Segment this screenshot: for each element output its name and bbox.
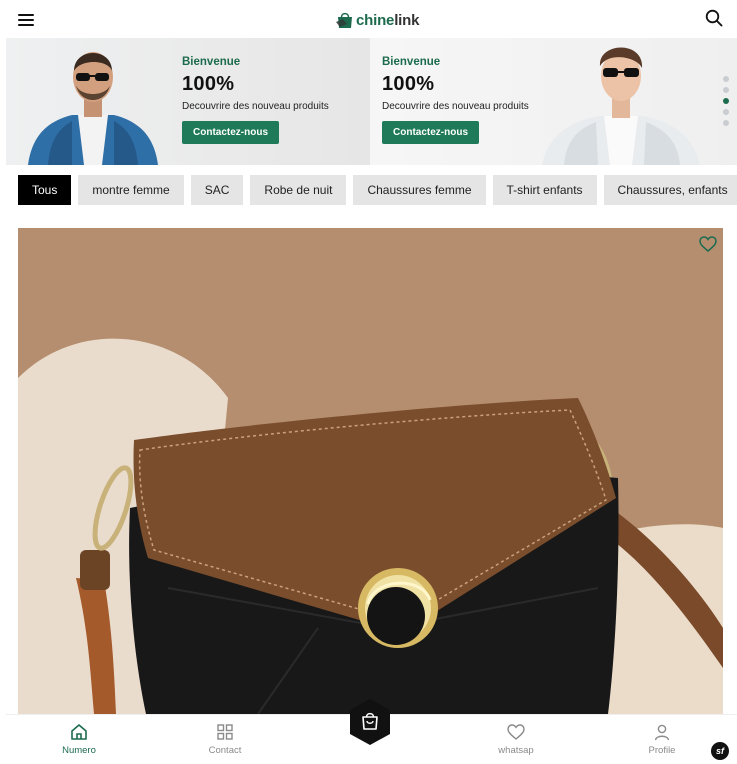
top-header: chinelink bbox=[0, 0, 737, 38]
banner-2-kicker: Bienvenue bbox=[382, 56, 441, 68]
model-denim-jacket-image bbox=[28, 52, 158, 165]
category-chip-robe-de-nuit[interactable]: Robe de nuit bbox=[250, 175, 347, 205]
model-white-jacket-image bbox=[542, 47, 700, 165]
nav-item-numero[interactable]: Numero bbox=[39, 723, 119, 756]
cart-button[interactable] bbox=[348, 698, 392, 746]
banner-1-kicker: Bienvenue bbox=[182, 56, 241, 68]
heart-icon bbox=[507, 724, 525, 740]
symfony-toolbar-badge[interactable]: sf bbox=[711, 742, 729, 760]
banner-2-text: Bienvenue 100% Decouvrire des nouveau pr… bbox=[382, 56, 529, 144]
favorite-heart-icon[interactable] bbox=[699, 236, 717, 252]
nav-label-profile: Profile bbox=[648, 745, 676, 756]
product-image-handbag bbox=[18, 228, 723, 714]
hero-carousel[interactable]: Bienvenue 100% Decouvrire des nouveau pr… bbox=[6, 38, 737, 165]
logo-text-part1: chine bbox=[356, 11, 395, 29]
banner-1-headline: 100% bbox=[182, 73, 235, 95]
banner-2-headline: 100% bbox=[382, 73, 435, 95]
banner-slide-1: Bienvenue 100% Decouvrire des nouveau pr… bbox=[6, 38, 370, 165]
carousel-dot[interactable] bbox=[723, 76, 729, 82]
nav-item-whatsap[interactable]: whatsap bbox=[476, 723, 556, 756]
shopping-bag-logo-icon bbox=[336, 12, 352, 28]
banner-1-description: Decouvrire des nouveau produits bbox=[182, 101, 329, 112]
banner-2-description: Decouvrire des nouveau produits bbox=[382, 101, 529, 112]
category-chip-tshirt-enfants[interactable]: T-shirt enfants bbox=[492, 175, 597, 205]
carousel-dot[interactable] bbox=[723, 87, 729, 93]
category-chip-chaussures-femme[interactable]: Chaussures femme bbox=[353, 175, 486, 205]
category-chip-tous[interactable]: Tous bbox=[18, 175, 72, 205]
grid-icon bbox=[217, 724, 233, 740]
carousel-dot[interactable] bbox=[723, 109, 729, 115]
banner-1-contact-button[interactable]: Contactez-nous bbox=[182, 121, 279, 144]
search-icon[interactable] bbox=[705, 9, 723, 27]
category-chip-montre-femme[interactable]: montre femme bbox=[78, 175, 184, 205]
bottom-navigation: Numero Contact whatsap Profile sf bbox=[6, 699, 737, 764]
nav-item-profile[interactable]: Profile bbox=[622, 723, 702, 756]
carousel-dots bbox=[723, 76, 729, 131]
nav-label-numero: Numero bbox=[62, 745, 96, 756]
category-filter-bar[interactable]: Tous montre femme SAC Robe de nuit Chaussure… bbox=[18, 175, 737, 206]
user-icon bbox=[654, 724, 670, 741]
category-chip-sac[interactable]: SAC bbox=[190, 175, 244, 205]
carousel-dot[interactable] bbox=[723, 120, 729, 126]
banner-slide-2: Bienvenue 100% Decouvrire des nouveau pr… bbox=[370, 38, 737, 165]
banner-2-contact-button[interactable]: Contactez-nous bbox=[382, 121, 479, 144]
nav-label-whatsap: whatsap bbox=[498, 745, 534, 756]
nav-label-contact: Contact bbox=[208, 745, 242, 756]
brand-logo[interactable]: chinelink bbox=[335, 8, 419, 32]
home-icon bbox=[71, 724, 87, 740]
product-card[interactable] bbox=[18, 228, 723, 714]
banner-1-text: Bienvenue 100% Decouvrire des nouveau pr… bbox=[182, 56, 329, 144]
nav-item-contact[interactable]: Contact bbox=[185, 723, 265, 756]
app-page: chinelink Bienvenue 100% Decouvrire des … bbox=[0, 0, 737, 764]
logo-text-part2: link bbox=[394, 11, 420, 29]
category-chip-chaussures-enfants[interactable]: Chaussures, enfants bbox=[603, 175, 737, 205]
hamburger-menu-icon[interactable] bbox=[18, 11, 36, 27]
carousel-dot-active[interactable] bbox=[723, 98, 729, 104]
